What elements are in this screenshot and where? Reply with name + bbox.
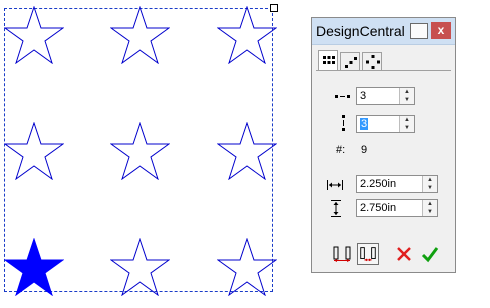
columns-value[interactable]: 3 [360, 90, 366, 102]
horizontal-spacing-icon [326, 175, 346, 195]
star-shape[interactable] [217, 238, 277, 296]
rows-icon [334, 114, 354, 134]
circle-array-icon [366, 55, 380, 69]
vertical-spacing-value[interactable]: 2.750in [360, 202, 396, 214]
tab-line-array[interactable] [340, 52, 360, 70]
drawing-canvas[interactable] [0, 0, 300, 308]
star-shape[interactable] [110, 122, 170, 180]
vertical-spacing-field[interactable]: 2.750in ▲ ▼ [356, 199, 438, 217]
columns-stepper[interactable]: 3 ▲ ▼ [356, 87, 415, 105]
star-shape[interactable] [110, 6, 170, 64]
cancel-button[interactable] [393, 243, 415, 265]
line-array-icon [345, 57, 357, 68]
rows-down-arrow[interactable]: ▼ [399, 124, 414, 132]
ok-button[interactable] [419, 243, 441, 265]
close-button[interactable]: x [431, 22, 451, 39]
tab-divider [316, 70, 451, 71]
star-shape[interactable] [4, 122, 64, 180]
rows-stepper[interactable]: 3 ▲ ▼ [356, 115, 415, 133]
count-value: 9 [361, 144, 368, 156]
minimize-button[interactable] [410, 23, 428, 39]
dialog-title: DesignCentral [316, 23, 405, 39]
horizontal-spacing-value[interactable]: 2.250in [360, 178, 396, 190]
spacing-between-objects-icon [333, 246, 351, 262]
star-shape-selected[interactable] [4, 238, 64, 296]
spacing-mode-1-button[interactable] [331, 243, 353, 265]
spacing-centers-icon [360, 247, 376, 262]
star-shape[interactable] [217, 122, 277, 180]
grid-array-icon [323, 56, 335, 64]
cancel-x-icon [397, 247, 411, 261]
vertical-spacing-down-arrow[interactable]: ▼ [422, 208, 437, 216]
tab-grid-array[interactable] [318, 50, 338, 70]
columns-down-arrow[interactable]: ▼ [399, 96, 414, 104]
vertical-spacing-icon [326, 199, 346, 219]
tab-circle-array[interactable] [362, 52, 382, 70]
checkmark-icon [421, 247, 439, 263]
count-label: #: [336, 144, 346, 156]
horizontal-spacing-down-arrow[interactable]: ▼ [422, 184, 437, 192]
spacing-mode-2-button[interactable] [357, 243, 379, 265]
designcentral-dialog: DesignCentral x 3 ▲ ▼ 3 ▲ ▼ #: 9 2.250in… [311, 17, 456, 273]
columns-icon [334, 86, 354, 106]
rows-value[interactable]: 3 [360, 118, 369, 130]
star-shape[interactable] [217, 6, 277, 64]
horizontal-spacing-field[interactable]: 2.250in ▲ ▼ [356, 175, 438, 193]
star-shape[interactable] [4, 6, 64, 64]
star-shape[interactable] [110, 238, 170, 296]
dialog-titlebar[interactable]: DesignCentral x [312, 18, 455, 45]
